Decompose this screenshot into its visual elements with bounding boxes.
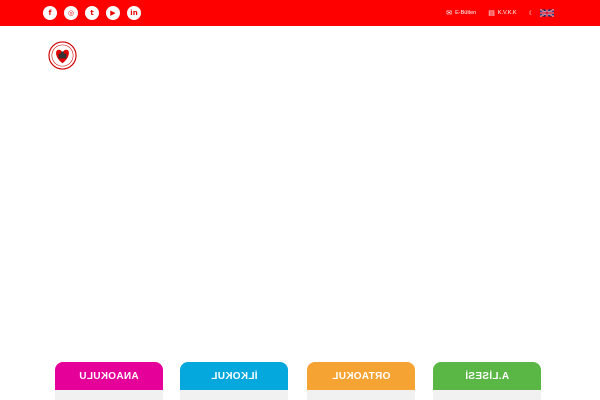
school-logo[interactable] — [48, 41, 77, 70]
facebook-icon[interactable]: f — [43, 6, 57, 20]
card-anaokulu-label: ANAOKULU — [79, 370, 139, 382]
card-lise-label: A.LİSESİ — [464, 370, 510, 382]
language-switcher: ☾ — [529, 9, 554, 17]
card-ortaokul-label: ORTAOKUL — [331, 370, 391, 382]
kvkk-label: K.V.K.K — [497, 10, 517, 16]
ebulten-label: E-Bülten — [455, 10, 477, 16]
card-lise-header: A.LİSESİ — [433, 362, 541, 390]
card-lise[interactable]: A.LİSESİ — [433, 362, 541, 400]
top-right-links: ✉ E-Bülten ▤ K.V.K.K ☾ — [446, 0, 554, 26]
document-icon: ▤ — [488, 10, 495, 17]
card-ortaokul[interactable]: ORTAOKUL — [307, 362, 415, 400]
school-levels: ANAOKULU İLKOKUL ORTAOKUL A.LİSESİ — [0, 362, 600, 400]
top-bar: f ◎ t ▶ in ✉ E-Bülten ▤ K.V.K.K ☾ — [0, 0, 600, 26]
linkedin-icon[interactable]: in — [127, 6, 141, 20]
social-links: f ◎ t ▶ in — [43, 6, 141, 20]
card-ortaokul-header: ORTAOKUL — [307, 362, 415, 390]
kvkk-link[interactable]: ▤ K.V.K.K — [488, 9, 516, 17]
youtube-icon[interactable]: ▶ — [106, 6, 120, 20]
card-ilkokul[interactable]: İLKOKUL — [180, 362, 288, 400]
card-anaokulu[interactable]: ANAOKULU — [55, 362, 163, 400]
newsletter-icon: ✉ — [446, 10, 453, 17]
card-ortaokul-body — [307, 390, 415, 400]
card-lise-body — [433, 390, 541, 400]
card-anaokulu-header: ANAOKULU — [55, 362, 163, 390]
ebulten-link[interactable]: ✉ E-Bülten — [446, 9, 476, 17]
uk-flag-icon[interactable] — [540, 9, 554, 17]
card-anaokulu-body — [55, 390, 163, 400]
card-ilkokul-label: İLKOKUL — [210, 370, 258, 382]
turkish-flag-icon[interactable]: ☾ — [529, 10, 534, 17]
card-ilkokul-header: İLKOKUL — [180, 362, 288, 390]
twitter-icon[interactable]: t — [85, 6, 99, 20]
card-ilkokul-body — [180, 390, 288, 400]
instagram-icon[interactable]: ◎ — [64, 6, 78, 20]
